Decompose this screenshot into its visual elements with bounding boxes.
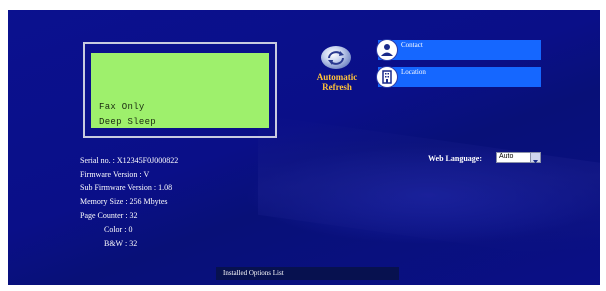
refresh-label-line2: Refresh xyxy=(322,82,352,92)
chevron-down-icon[interactable] xyxy=(530,153,540,164)
contact-button[interactable]: Contact xyxy=(376,39,541,61)
status-panel: Fax Only Deep Sleep Automatic Refresh Co… xyxy=(8,10,600,285)
building-icon xyxy=(376,66,398,88)
installed-options-label: Installed Options List xyxy=(223,269,284,277)
refresh-label-line1: Automatic xyxy=(316,72,358,82)
serial-number: Serial no. : X12345F0J000822 xyxy=(80,156,179,165)
lcd-line-mode: Fax Only xyxy=(99,102,145,112)
web-language-select[interactable]: Auto xyxy=(496,152,541,164)
page-counter: Page Counter : 32 xyxy=(80,211,138,220)
bw-counter: B&W : 32 xyxy=(104,239,138,248)
color-counter: Color : 0 xyxy=(104,225,133,234)
installed-options-link[interactable]: Installed Options List xyxy=(216,267,399,280)
web-language-value: Auto xyxy=(499,153,514,160)
lcd-display: Fax Only Deep Sleep xyxy=(91,53,269,128)
location-button[interactable]: Location xyxy=(376,66,541,88)
location-label: Location xyxy=(401,68,426,76)
lcd-line-status: Deep Sleep xyxy=(99,117,157,127)
refresh-icon[interactable] xyxy=(321,46,351,69)
memory-size: Memory Size : 256 Mbytes xyxy=(80,197,168,206)
web-language-label: Web Language: xyxy=(428,154,483,163)
background-swoosh xyxy=(258,114,600,266)
firmware-version: Firmware Version : V xyxy=(80,170,150,179)
sub-firmware-version: Sub Firmware Version : 1.08 xyxy=(80,183,173,192)
person-icon xyxy=(376,39,398,61)
automatic-refresh-link[interactable]: Automatic Refresh xyxy=(304,72,370,92)
lcd-display-frame: Fax Only Deep Sleep xyxy=(83,42,277,138)
contact-label: Contact xyxy=(401,41,423,49)
